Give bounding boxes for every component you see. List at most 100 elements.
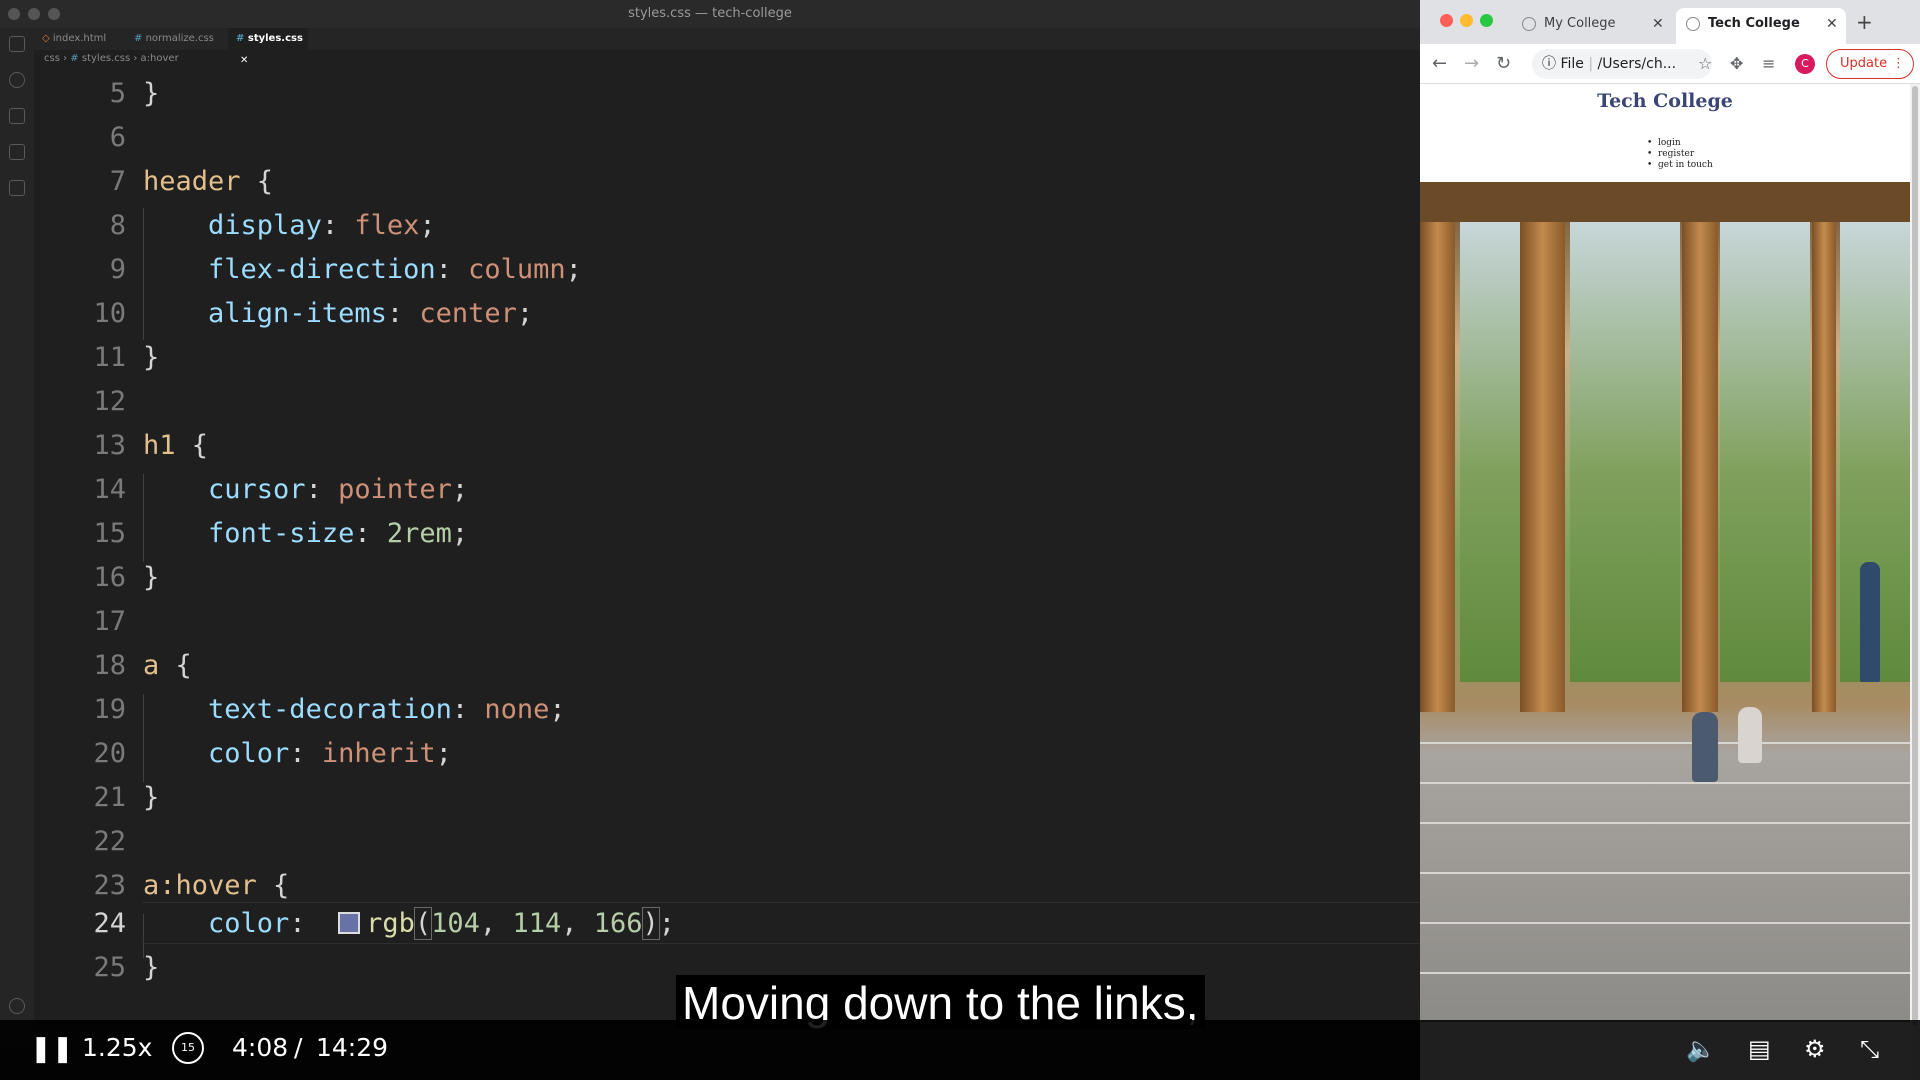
update-label: Update (1840, 56, 1888, 71)
code-line[interactable]: 16} (34, 556, 1420, 600)
close-icon[interactable]: ✕ (240, 55, 248, 66)
stair-edge (1420, 742, 1910, 744)
code-text: text-decoration: none; (208, 694, 566, 725)
code-line[interactable]: 14 cursor: pointer; (34, 468, 1420, 512)
avatar[interactable]: C (1795, 54, 1815, 74)
editor-titlebar: styles.css — tech-college (0, 0, 1420, 28)
code-line[interactable]: 5} (34, 72, 1420, 116)
line-number: 5 (109, 78, 126, 109)
wood-pillar (1420, 182, 1455, 712)
web-page: Tech College login register get in touch (1420, 84, 1910, 1080)
stair-edge (1420, 972, 1910, 974)
code-line[interactable]: 11} (34, 336, 1420, 380)
back-arrow-icon[interactable]: ← (1432, 52, 1447, 76)
code-text: font-size: 2rem; (208, 518, 469, 549)
code-text: a { (143, 650, 192, 681)
extensions-icon[interactable] (9, 180, 25, 196)
url-scheme: File (1560, 56, 1584, 72)
code-line[interactable]: 13 h1 { (34, 424, 1420, 468)
skip-back-icon[interactable]: 15 (172, 1032, 204, 1064)
window-minimize-button[interactable] (28, 8, 40, 20)
settings-gear-icon[interactable]: ⚙ (1804, 1034, 1826, 1064)
window-zoom-button[interactable] (1480, 14, 1493, 27)
kebab-menu-icon[interactable]: ⋮ (1892, 50, 1905, 77)
stair-edge (1420, 822, 1910, 824)
breadcrumb-item[interactable]: a:hover (141, 53, 179, 64)
info-icon[interactable]: ⓘ (1542, 56, 1556, 72)
code-line[interactable]: 17 (34, 600, 1420, 644)
line-number: 17 (93, 606, 126, 637)
window-close-button[interactable] (8, 8, 20, 20)
nav-link-register[interactable]: register (1647, 149, 1713, 160)
forward-arrow-icon[interactable]: → (1464, 52, 1479, 76)
code-line[interactable]: 12 (34, 380, 1420, 424)
code-line[interactable]: 15 font-size: 2rem; (34, 512, 1420, 556)
code-text: align-items: center; (208, 298, 534, 329)
reload-icon[interactable]: ↻ (1496, 52, 1511, 76)
run-debug-icon[interactable] (9, 144, 25, 160)
new-tab-plus-icon[interactable]: + (1856, 10, 1873, 34)
line-number: 22 (93, 826, 126, 857)
code-text: flex-direction: column; (208, 254, 582, 285)
code-line[interactable]: 10 align-items: center; (34, 292, 1420, 336)
search-icon[interactable] (9, 72, 25, 88)
line-number: 10 (93, 298, 126, 329)
globe-icon (1686, 17, 1700, 31)
window-minimize-button[interactable] (1460, 14, 1473, 27)
bookmark-star-icon[interactable]: ☆ (1698, 52, 1712, 76)
window-close-button[interactable] (1440, 14, 1453, 27)
browser-tab-tech-college[interactable]: Tech College ✕ (1676, 8, 1846, 44)
code-line[interactable]: 8 display: flex; (34, 204, 1420, 248)
code-text: header { (143, 166, 274, 197)
source-control-icon[interactable] (9, 108, 25, 124)
page-title[interactable]: Tech College (1420, 90, 1910, 112)
nav-link-get-in-touch[interactable]: get in touch (1647, 160, 1713, 171)
address-bar[interactable]: ⓘ File | /Users/ch... (1532, 49, 1712, 79)
line-number: 9 (109, 254, 126, 285)
code-line[interactable]: 20 color: inherit; (34, 732, 1420, 776)
tab-normalize-css[interactable]: # normalize.css (126, 28, 226, 50)
extensions-puzzle-icon[interactable]: ✥ (1730, 52, 1743, 76)
line-number: 16 (93, 562, 126, 593)
pause-icon[interactable]: ❚❚ (30, 1034, 74, 1064)
account-icon[interactable] (9, 998, 25, 1014)
tab-index-html[interactable]: ◇ index.html (34, 28, 124, 50)
code-line[interactable]: 22 (34, 820, 1420, 864)
css-file-icon: # (134, 33, 143, 44)
explorer-icon[interactable] (9, 36, 25, 52)
playback-speed[interactable]: 1.25x (82, 1032, 152, 1064)
stair-edge (1420, 922, 1910, 924)
code-text: } (143, 782, 160, 813)
tab-label: normalize.css (145, 33, 214, 44)
code-line[interactable]: 19 text-decoration: none; (34, 688, 1420, 732)
close-icon[interactable]: ✕ (1826, 8, 1838, 40)
reading-list-icon[interactable]: ≡ (1762, 52, 1775, 76)
browser-tab-my-college[interactable]: My College ✕ (1512, 8, 1672, 44)
code-line[interactable]: 24 color: rgb(104, 114, 166); (34, 902, 1420, 946)
browser-toolbar: ← → ↻ ⓘ File | /Users/ch... ☆ ✥ ≡ C Upda… (1420, 44, 1920, 84)
update-button[interactable]: Update ⋮ (1826, 49, 1914, 79)
tab-styles-css[interactable]: # styles.css ✕ (228, 28, 308, 66)
code-line[interactable]: 21} (34, 776, 1420, 820)
nav-link-login[interactable]: login (1647, 138, 1713, 149)
line-number: 6 (109, 122, 126, 153)
code-line[interactable]: 18 a { (34, 644, 1420, 688)
volume-icon[interactable]: 🔈 (1686, 1034, 1716, 1064)
exit-fullscreen-icon[interactable]: ⤡ (1860, 1034, 1879, 1064)
captions-icon[interactable]: ▤ (1748, 1034, 1771, 1064)
code-line[interactable]: 7 header { (34, 160, 1420, 204)
page-scrollbar[interactable] (1910, 84, 1920, 1080)
css-file-icon: # (236, 33, 245, 44)
tab-label: styles.css (247, 33, 303, 44)
close-icon[interactable]: ✕ (1652, 8, 1664, 40)
scrollbar-thumb[interactable] (1912, 86, 1918, 1026)
color-swatch[interactable] (338, 912, 361, 934)
breadcrumb-item[interactable]: css (44, 53, 60, 64)
breadcrumb-item[interactable]: styles.css (82, 53, 130, 64)
window-zoom-button[interactable] (48, 8, 60, 20)
code-line[interactable]: 9 flex-direction: column; (34, 248, 1420, 292)
tab-label: My College (1544, 16, 1616, 31)
line-number: 24 (93, 908, 126, 939)
time-separator: / (294, 1033, 303, 1062)
code-line[interactable]: 6 (34, 116, 1420, 160)
